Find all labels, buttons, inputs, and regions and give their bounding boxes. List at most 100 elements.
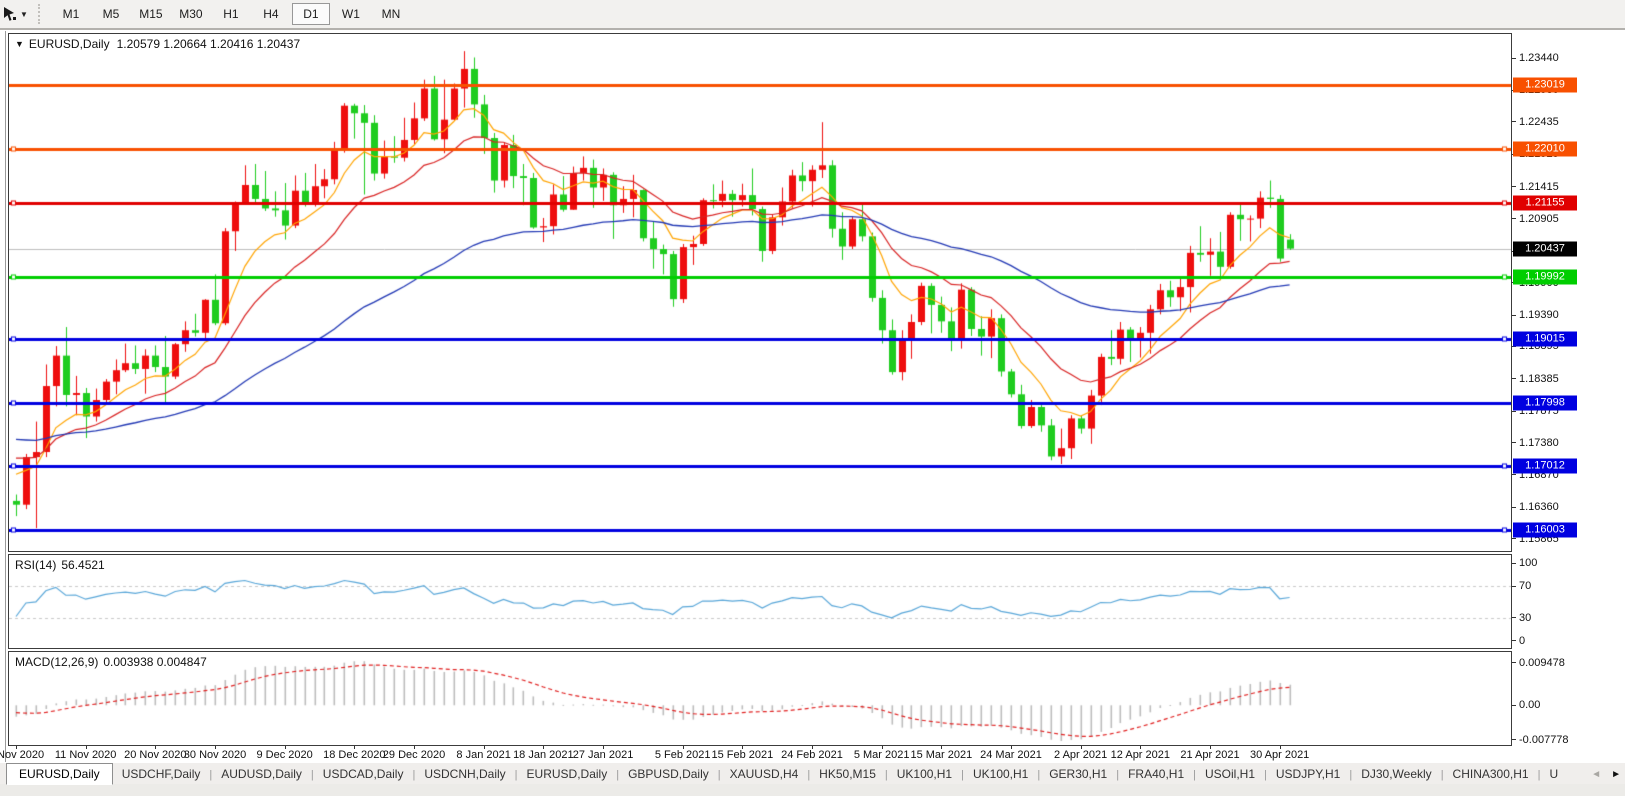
price-tick-mark — [1512, 378, 1516, 379]
chart-cursor-icon[interactable] — [2, 6, 18, 22]
date-label: 27 Jan 2021 — [573, 749, 634, 761]
chart-tab-dj30-weekly[interactable]: DJ30,Weekly — [1352, 764, 1440, 784]
price-level-badge: 1.17012 — [1513, 458, 1577, 473]
macd-tick-mark — [1512, 739, 1516, 740]
chart-tab-usdjpy-h1[interactable]: USDJPY,H1 — [1267, 764, 1349, 784]
price-level-badge: 1.20437 — [1513, 241, 1577, 256]
date-label: 21 Apr 2021 — [1180, 749, 1239, 761]
price-tick-label: 1.20905 — [1519, 213, 1559, 225]
macd-values: 0.003938 0.004847 — [103, 655, 206, 669]
chart-tab-ger30-h1[interactable]: GER30,H1 — [1040, 764, 1116, 784]
macd-panel: MACD(12,26,9) 0.003938 0.004847 — [8, 651, 1512, 746]
price-tick-mark — [1512, 474, 1516, 475]
chart-tab-gbpusd-daily[interactable]: GBPUSD,Daily — [619, 764, 718, 784]
price-tick-label: 1.17380 — [1519, 437, 1559, 449]
chart-tab-hk50-m15[interactable]: HK50,M15 — [810, 764, 885, 784]
chart-tab-audusd-daily[interactable]: AUDUSD,Daily — [212, 764, 311, 784]
chart-tab-u[interactable]: U — [1540, 764, 1567, 784]
price-level-badge: 1.19015 — [1513, 331, 1577, 346]
price-chart-panel: ▼ EURUSD,Daily 1.20579 1.20664 1.20416 1.2… — [8, 33, 1512, 552]
tab-scroll-left-icon[interactable]: ◄ — [1591, 769, 1601, 780]
price-axis: 1.234401.229301.224351.219251.214151.209… — [1512, 31, 1625, 762]
macd-title: MACD(12,26,9) — [15, 655, 98, 669]
date-axis: 2 Nov 202011 Nov 202020 Nov 202030 Nov 2… — [8, 746, 1512, 762]
toolbar-grip[interactable] — [38, 4, 45, 24]
date-label: 5 Feb 2021 — [655, 749, 711, 761]
date-label: 30 Apr 2021 — [1250, 749, 1309, 761]
rsi-tick-label: 70 — [1519, 580, 1531, 592]
chart-tab-xauusd-h4[interactable]: XAUUSD,H4 — [721, 764, 808, 784]
tab-scroll-right-icon[interactable]: ► — [1611, 769, 1621, 780]
macd-canvas[interactable] — [9, 652, 1511, 745]
price-tick-mark — [1512, 121, 1516, 122]
date-label: 18 Jan 2021 — [513, 749, 574, 761]
chart-tab-eurusd-daily[interactable]: EURUSD,Daily — [518, 764, 617, 784]
bottom-strip — [0, 783, 1625, 796]
price-tick-mark — [1512, 58, 1516, 59]
price-tick-label: 1.21415 — [1519, 181, 1559, 193]
rsi-canvas[interactable] — [9, 555, 1511, 648]
timeframe-button-d1[interactable]: D1 — [292, 3, 330, 25]
rsi-panel: RSI(14) 56.4521 — [8, 554, 1512, 649]
rsi-label: RSI(14) 56.4521 — [15, 558, 105, 572]
date-label: 30 Nov 2020 — [184, 749, 246, 761]
chart-tab-china300-h1[interactable]: CHINA300,H1 — [1444, 764, 1538, 784]
chart-tab-fra40-h1[interactable]: FRA40,H1 — [1119, 764, 1193, 784]
chart-tab-eurusd-daily[interactable]: EURUSD,Daily — [6, 763, 113, 785]
price-chart-canvas[interactable] — [9, 34, 1511, 551]
price-tick-label: 1.23440 — [1519, 52, 1559, 64]
date-label: 11 Nov 2020 — [55, 749, 117, 761]
chart-symbol-label: EURUSD,Daily — [29, 37, 110, 51]
chart-tab-uk100-h1[interactable]: UK100,H1 — [964, 764, 1037, 784]
top-toolbar: ▼ M1M5M15M30H1H4D1W1MN — [0, 0, 1625, 30]
rsi-tick-label: 30 — [1519, 612, 1531, 624]
chart-tab-usdcad-daily[interactable]: USDCAD,Daily — [314, 764, 413, 784]
rsi-title: RSI(14) — [15, 558, 56, 572]
macd-tick-label: 0.009478 — [1519, 657, 1565, 669]
timeframe-button-h1[interactable]: H1 — [212, 3, 250, 25]
price-tick-mark — [1512, 538, 1516, 539]
rsi-tick-mark — [1512, 617, 1516, 618]
chart-tab-uk100-h1[interactable]: UK100,H1 — [888, 764, 961, 784]
macd-tick-mark — [1512, 662, 1516, 663]
rsi-tick-mark — [1512, 640, 1516, 641]
timeframe-buttons: M1M5M15M30H1H4D1W1MN — [51, 3, 411, 25]
timeframe-button-m1[interactable]: M1 — [52, 3, 90, 25]
price-tick-label: 1.18385 — [1519, 373, 1559, 385]
chart-tabbar: EURUSD,DailyUSDCHF,Daily|AUDUSD,Daily|US… — [0, 762, 1625, 784]
date-label: 15 Mar 2021 — [910, 749, 972, 761]
rsi-tick-mark — [1512, 586, 1516, 587]
macd-tick-label: 0.00 — [1519, 699, 1540, 711]
rsi-tick-label: 0 — [1519, 635, 1525, 647]
price-level-badge: 1.23019 — [1513, 77, 1577, 92]
price-tick-label: 1.22435 — [1519, 116, 1559, 128]
price-tick-mark — [1512, 186, 1516, 187]
date-label: 24 Feb 2021 — [781, 749, 843, 761]
price-level-badge: 1.17998 — [1513, 396, 1577, 411]
tool-dropdown-caret-icon[interactable]: ▼ — [20, 10, 28, 19]
timeframe-button-m30[interactable]: M30 — [172, 3, 210, 25]
date-label: 8 Jan 2021 — [456, 749, 510, 761]
tab-nav: ◄► — [1591, 769, 1621, 780]
chart-ohlc-values: 1.20579 1.20664 1.20416 1.20437 — [117, 37, 301, 51]
timeframe-button-w1[interactable]: W1 — [332, 3, 370, 25]
window-left-frame — [5, 31, 6, 762]
timeframe-button-h4[interactable]: H4 — [252, 3, 290, 25]
price-tick-label: 1.19390 — [1519, 309, 1559, 321]
timeframe-button-m15[interactable]: M15 — [132, 3, 170, 25]
timeframe-button-m5[interactable]: M5 — [92, 3, 130, 25]
chart-tab-usdcnh-daily[interactable]: USDCNH,Daily — [415, 764, 514, 784]
macd-tick-label: -0.007778 — [1519, 734, 1569, 746]
price-level-badge: 1.16003 — [1513, 522, 1577, 537]
date-label: 29 Dec 2020 — [383, 749, 445, 761]
rsi-tick-label: 100 — [1519, 557, 1537, 569]
date-label: 18 Dec 2020 — [323, 749, 385, 761]
chart-tab-usdchf-daily[interactable]: USDCHF,Daily — [113, 764, 210, 784]
macd-tick-mark — [1512, 705, 1516, 706]
date-label: 2 Apr 2021 — [1054, 749, 1107, 761]
timeframe-button-mn[interactable]: MN — [372, 3, 410, 25]
date-label: 9 Dec 2020 — [257, 749, 313, 761]
symbol-collapse-icon[interactable]: ▼ — [15, 39, 24, 49]
chart-tab-usoil-h1[interactable]: USOil,H1 — [1196, 764, 1264, 784]
rsi-value: 56.4521 — [61, 558, 104, 572]
